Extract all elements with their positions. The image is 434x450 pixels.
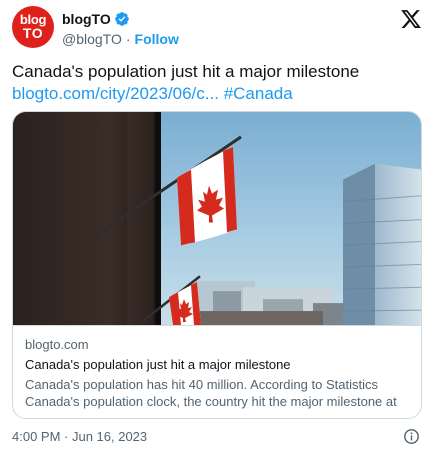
tweet-body: Canada's population just hit a major mil… <box>12 62 360 81</box>
tweet-container: blog TO blogTO @blogTO · Follow Canada's… <box>0 0 434 450</box>
card-title: Canada's population just hit a major mil… <box>25 357 291 372</box>
x-logo-icon[interactable] <box>400 8 422 30</box>
handle[interactable]: @blogTO <box>62 31 122 47</box>
name-row: blogTO <box>62 10 130 28</box>
tweet-url-link[interactable]: blogto.com/city/2023/06/c... <box>12 84 219 103</box>
card-image[interactable] <box>13 112 422 326</box>
avatar[interactable]: blog TO <box>12 6 54 48</box>
card-body: blogto.com Canada's population just hit … <box>25 336 411 410</box>
link-preview-card[interactable]: blogto.com Canada's population just hit … <box>12 111 422 419</box>
card-description: Canada's population has hit 40 million. … <box>25 377 397 409</box>
hashtag-link[interactable]: #Canada <box>224 84 293 103</box>
follow-button[interactable]: Follow <box>135 31 179 47</box>
display-name[interactable]: blogTO <box>62 11 111 27</box>
tweet-footer: 4:00 PM · Jun 16, 2023 <box>12 428 422 446</box>
handle-row: @blogTO · Follow <box>62 30 179 48</box>
info-icon[interactable] <box>403 428 420 445</box>
verified-badge-icon <box>114 12 129 26</box>
timestamp[interactable]: 4:00 PM · Jun 16, 2023 <box>12 429 147 444</box>
separator-dot: · <box>125 31 131 47</box>
tweet-text: Canada's population just hit a major mil… <box>12 61 422 105</box>
avatar-logo-text-line2: TO <box>22 25 44 41</box>
tweet-header: blog TO blogTO @blogTO · Follow <box>12 6 422 50</box>
card-domain: blogto.com <box>25 337 89 352</box>
